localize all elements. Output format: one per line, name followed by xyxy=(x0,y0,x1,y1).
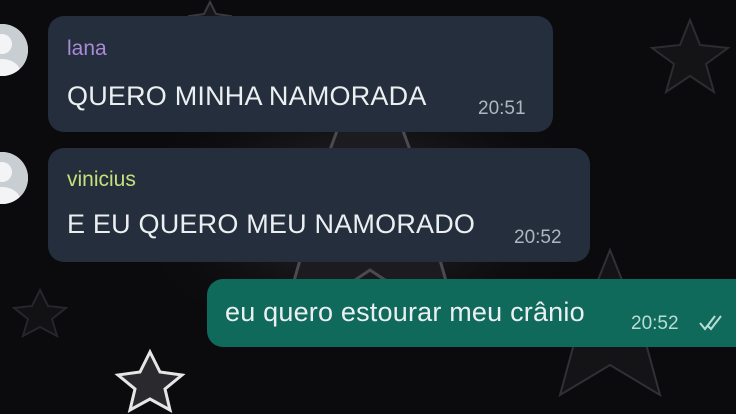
sender-name-vinicius[interactable]: vinicius xyxy=(67,168,136,192)
message-timestamp: 20:52 xyxy=(514,227,562,248)
message-text: E EU QUERO MEU NAMORADO xyxy=(67,209,476,239)
message-timestamp: 20:51 xyxy=(478,98,526,119)
message-timestamp: 20:52 xyxy=(631,313,679,334)
sender-name-lana[interactable]: lana xyxy=(67,37,107,61)
double-check-icon xyxy=(699,315,722,331)
message-text: QUERO MINHA NAMORADA xyxy=(67,81,427,111)
message-bubble-outgoing[interactable]: eu quero estourar meu crânio 20:52 xyxy=(207,279,736,347)
message-bubble-lana[interactable]: lana QUERO MINHA NAMORADA 20:51 xyxy=(48,16,553,132)
message-text: eu quero estourar meu crânio xyxy=(225,297,585,327)
message-bubble-vinicius[interactable]: vinicius E EU QUERO MEU NAMORADO 20:52 xyxy=(48,148,590,262)
